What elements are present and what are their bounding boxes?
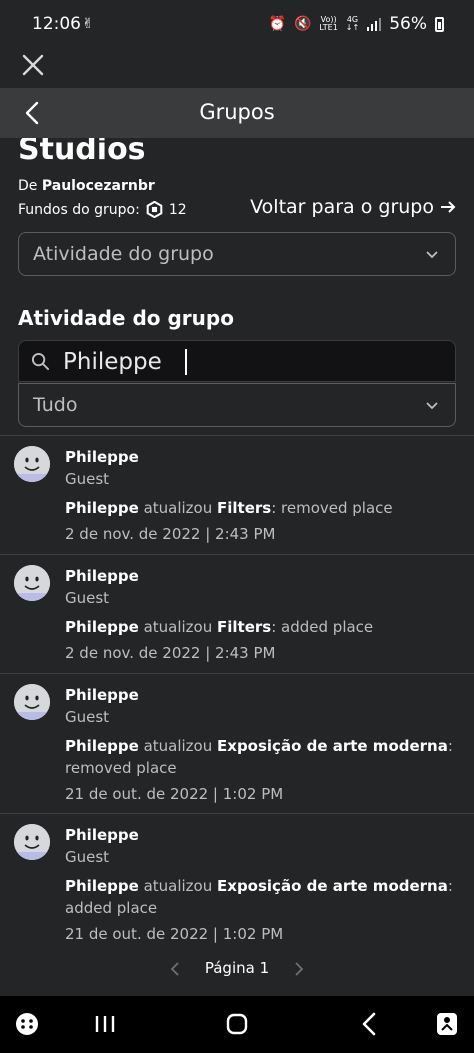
filter-dropdown[interactable]: Tudo bbox=[18, 383, 456, 427]
mute-icon: 🔇 bbox=[293, 16, 312, 32]
avatar-face-icon bbox=[14, 684, 50, 720]
activity-entry: Phileppe Guest Phileppe atualizou Filter… bbox=[0, 555, 474, 673]
main-content: Studios De Paulocezarnbr Fundos do grupo… bbox=[0, 138, 474, 996]
entry-verb: atualizou bbox=[143, 499, 213, 517]
activity-entry: Phileppe Guest Phileppe atualizou Filter… bbox=[0, 436, 474, 554]
entry-verb: atualizou bbox=[143, 618, 213, 636]
entry-actor: Phileppe bbox=[65, 618, 139, 636]
battery-percent: 56% bbox=[389, 14, 427, 34]
section-dropdown[interactable]: Atividade do grupo bbox=[18, 232, 456, 276]
page-title: Grupos bbox=[199, 100, 275, 124]
entry-user-role: Guest bbox=[65, 589, 110, 607]
entry-actor: Phileppe bbox=[65, 737, 139, 755]
entry-date: 21 de out. de 2022 | 1:02 PM bbox=[65, 925, 284, 943]
chevron-down-icon bbox=[426, 251, 438, 259]
entry-action: : removed place bbox=[271, 499, 393, 517]
notification-icon: ✌ bbox=[82, 16, 94, 32]
avatar-face-icon bbox=[14, 446, 50, 482]
section-title: Atividade do grupo bbox=[18, 306, 234, 330]
entry-actor: Phileppe bbox=[65, 499, 139, 517]
entry-user-name[interactable]: Phileppe bbox=[65, 686, 139, 704]
arrow-right-icon bbox=[441, 201, 456, 213]
entry-date: 2 de nov. de 2022 | 2:43 PM bbox=[65, 525, 276, 543]
back-to-group-link[interactable]: Voltar para o grupo bbox=[250, 196, 456, 218]
entry-description: Phileppe atualizou Exposição de arte mod… bbox=[65, 735, 460, 779]
entry-action: : added place bbox=[271, 618, 374, 636]
avatar[interactable] bbox=[14, 684, 50, 720]
back-to-group-label: Voltar para o grupo bbox=[250, 196, 434, 218]
chevron-right-icon[interactable] bbox=[292, 962, 306, 976]
robux-icon bbox=[146, 201, 163, 218]
group-funds: Fundos do grupo: 12 bbox=[18, 201, 187, 218]
close-row bbox=[0, 48, 474, 88]
chevron-down-icon bbox=[426, 402, 438, 410]
entry-target: Exposição de arte moderna bbox=[217, 877, 448, 895]
entry-user-name[interactable]: Phileppe bbox=[65, 567, 139, 585]
group-name: Studios bbox=[18, 138, 146, 167]
activity-entry: Phileppe Guest Phileppe atualizou Exposi… bbox=[0, 674, 474, 813]
status-icons: ⏰ 🔇 Vo)) LTE1 4G ↓↑ 56% bbox=[269, 14, 444, 34]
page-header: Grupos bbox=[0, 88, 474, 138]
system-nav-bar bbox=[0, 996, 474, 1053]
volte-indicator: Vo)) LTE1 bbox=[319, 16, 337, 32]
entry-actor: Phileppe bbox=[65, 877, 139, 895]
avatar[interactable] bbox=[14, 824, 50, 860]
group-owner: De Paulocezarnbr bbox=[18, 178, 155, 194]
entry-user-role: Guest bbox=[65, 470, 110, 488]
avatar[interactable] bbox=[14, 446, 50, 482]
network-type-indicator: 4G ↓↑ bbox=[345, 15, 360, 32]
entry-description: Phileppe atualizou Filters: added place bbox=[65, 616, 460, 638]
battery-icon bbox=[435, 16, 444, 32]
search-input[interactable] bbox=[61, 345, 445, 379]
signal-icon bbox=[367, 18, 382, 31]
game-launcher-icon[interactable] bbox=[13, 1010, 41, 1038]
close-icon[interactable] bbox=[20, 52, 46, 78]
entry-target: Filters bbox=[217, 499, 272, 517]
entry-verb: atualizou bbox=[143, 877, 213, 895]
entry-date: 2 de nov. de 2022 | 2:43 PM bbox=[65, 644, 276, 662]
pagination: Página 1 bbox=[0, 958, 474, 982]
avatar-face-icon bbox=[14, 565, 50, 601]
home-icon[interactable] bbox=[223, 1010, 251, 1038]
entry-description: Phileppe atualizou Filters: removed plac… bbox=[65, 497, 460, 519]
status-time: 12:06 bbox=[32, 14, 81, 34]
search-icon bbox=[31, 352, 50, 371]
owner-prefix: De bbox=[18, 178, 38, 194]
entry-user-name[interactable]: Phileppe bbox=[65, 826, 139, 844]
text-cursor bbox=[185, 349, 187, 375]
section-dropdown-value: Atividade do grupo bbox=[33, 243, 214, 265]
entry-date: 21 de out. de 2022 | 1:02 PM bbox=[65, 785, 284, 803]
funds-label: Fundos do grupo: bbox=[18, 201, 140, 218]
activity-entry: Phileppe Guest Phileppe atualizou Exposi… bbox=[0, 814, 474, 953]
accessibility-icon[interactable] bbox=[433, 1010, 461, 1038]
filter-dropdown-value: Tudo bbox=[33, 394, 78, 416]
system-back-icon[interactable] bbox=[356, 1010, 384, 1038]
alarm-icon: ⏰ bbox=[268, 16, 286, 32]
entry-target: Exposição de arte moderna bbox=[217, 737, 448, 755]
entry-user-role: Guest bbox=[65, 708, 110, 726]
status-bar: 12:06 ✌ ⏰ 🔇 Vo)) LTE1 4G ↓↑ 56% bbox=[0, 0, 474, 48]
avatar-face-icon bbox=[14, 824, 50, 860]
search-box bbox=[18, 340, 456, 382]
entry-user-role: Guest bbox=[65, 848, 110, 866]
lte-label: LTE1 bbox=[319, 23, 338, 32]
page-indicator: Página 1 bbox=[204, 959, 270, 977]
entry-target: Filters bbox=[217, 618, 272, 636]
entry-verb: atualizou bbox=[143, 737, 213, 755]
funds-value: 12 bbox=[168, 201, 187, 218]
recent-apps-icon[interactable] bbox=[91, 1010, 119, 1038]
entry-description: Phileppe atualizou Exposição de arte mod… bbox=[65, 875, 460, 919]
avatar[interactable] bbox=[14, 565, 50, 601]
network-type-label: 4G bbox=[346, 15, 359, 24]
entry-user-name[interactable]: Phileppe bbox=[65, 448, 139, 466]
owner-link[interactable]: Paulocezarnbr bbox=[42, 178, 155, 194]
